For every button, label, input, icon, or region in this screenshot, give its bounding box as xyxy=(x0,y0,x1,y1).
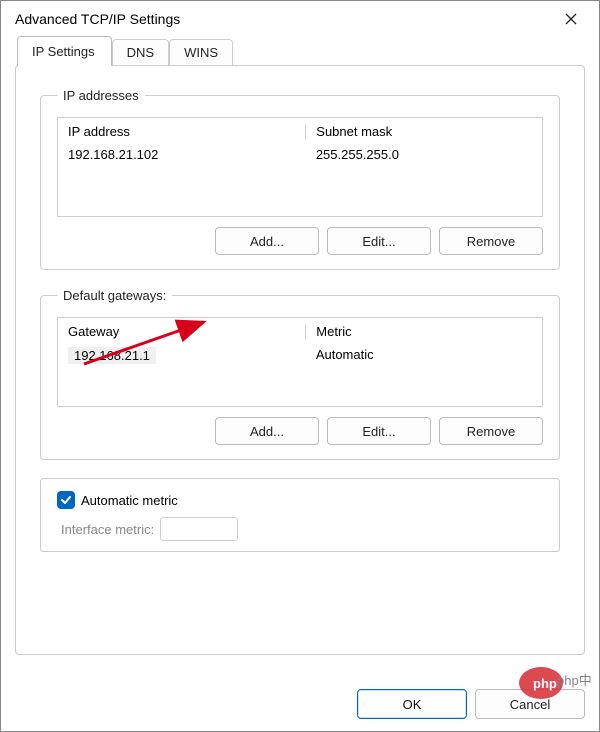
ip-cell-address: 192.168.21.102 xyxy=(68,147,306,162)
gw-remove-button[interactable]: Remove xyxy=(439,417,543,445)
table-row[interactable]: 192.168.21.102 255.255.255.0 xyxy=(58,145,542,168)
ip-remove-button[interactable]: Remove xyxy=(439,227,543,255)
ip-header-address: IP address xyxy=(68,124,305,139)
tab-wins[interactable]: WINS xyxy=(169,39,233,66)
watermark-text: php中文网 xyxy=(557,673,591,688)
interface-metric-input[interactable] xyxy=(160,517,238,541)
tab-dns[interactable]: DNS xyxy=(112,39,169,66)
automatic-metric-label: Automatic metric xyxy=(81,493,178,508)
metric-group: Automatic metric Interface metric: xyxy=(40,478,560,552)
advanced-tcpip-dialog: Advanced TCP/IP Settings IP Settings DNS… xyxy=(0,0,600,732)
dialog-button-row: OK Cancel xyxy=(357,689,585,719)
gw-add-button[interactable]: Add... xyxy=(215,417,319,445)
check-icon xyxy=(60,494,72,506)
gateways-legend: Default gateways: xyxy=(57,288,172,303)
ip-addresses-legend: IP addresses xyxy=(57,88,145,103)
gw-header-metric: Metric xyxy=(305,324,532,339)
dialog-title: Advanced TCP/IP Settings xyxy=(15,11,180,27)
default-gateways-group: Default gateways: Gateway Metric 192.168… xyxy=(40,288,560,460)
automatic-metric-checkbox[interactable] xyxy=(57,491,75,509)
ok-button[interactable]: OK xyxy=(357,689,467,719)
table-row[interactable]: 192.168.21.1 Automatic xyxy=(58,345,542,370)
gw-edit-button[interactable]: Edit... xyxy=(327,417,431,445)
ip-add-button[interactable]: Add... xyxy=(215,227,319,255)
cancel-button[interactable]: Cancel xyxy=(475,689,585,719)
gw-cell-metric: Automatic xyxy=(306,347,532,364)
gateways-list[interactable]: Gateway Metric 192.168.21.1 Automatic xyxy=(57,317,543,407)
ip-addresses-group: IP addresses IP address Subnet mask 192.… xyxy=(40,88,560,270)
ip-edit-button[interactable]: Edit... xyxy=(327,227,431,255)
ip-addresses-list[interactable]: IP address Subnet mask 192.168.21.102 25… xyxy=(57,117,543,217)
gw-cell-gateway: 192.168.21.1 xyxy=(68,347,156,364)
ip-header-mask: Subnet mask xyxy=(305,124,532,139)
tab-ip-settings[interactable]: IP Settings xyxy=(17,36,112,66)
close-icon xyxy=(565,13,577,25)
tab-panel-ip-settings: IP addresses IP address Subnet mask 192.… xyxy=(15,65,585,655)
interface-metric-label: Interface metric: xyxy=(61,522,154,537)
ip-cell-mask: 255.255.255.0 xyxy=(306,147,532,162)
titlebar: Advanced TCP/IP Settings xyxy=(1,1,599,37)
gw-header-gateway: Gateway xyxy=(68,324,305,339)
tab-bar: IP Settings DNS WINS xyxy=(15,37,585,66)
close-button[interactable] xyxy=(551,5,591,33)
